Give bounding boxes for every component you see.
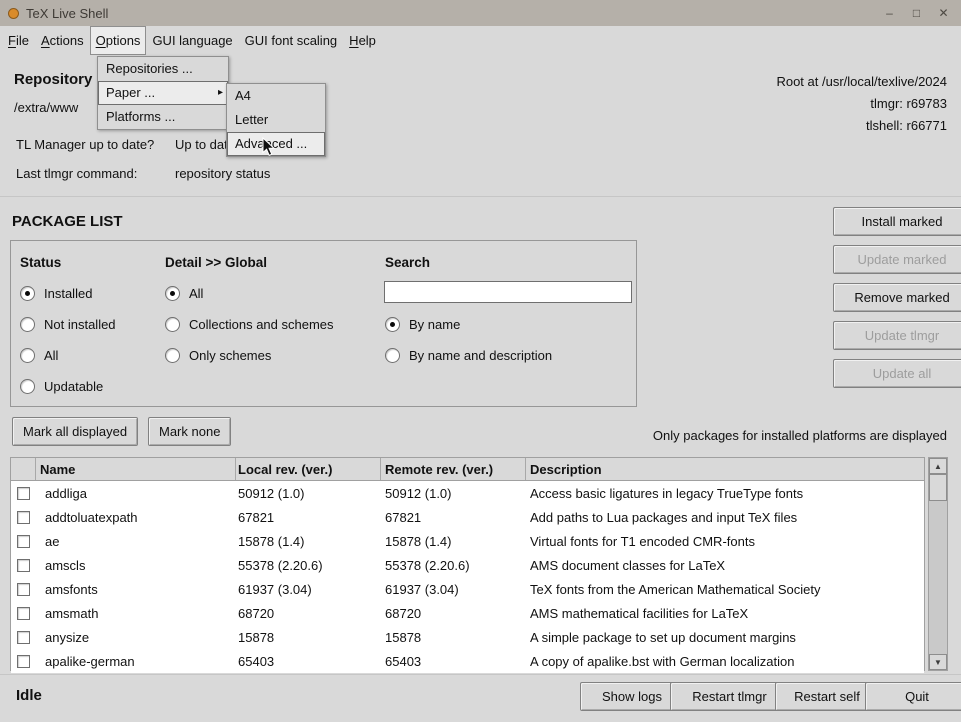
radio-selected-icon [385, 317, 400, 332]
table-row[interactable]: ae 15878 (1.4) 15878 (1.4) Virtual fonts… [11, 529, 924, 553]
last-command-label: Last tlmgr command: [16, 166, 137, 181]
radio-by-name[interactable]: By name [385, 317, 460, 332]
package-table: Name Local rev. (ver.) Remote rev. (ver.… [10, 457, 925, 671]
maximize-icon[interactable]: □ [903, 0, 930, 26]
table-row[interactable]: amsmath 68720 68720 AMS mathematical fac… [11, 601, 924, 625]
radio-not-installed[interactable]: Not installed [20, 317, 116, 332]
row-checkbox[interactable] [17, 607, 30, 620]
radio-by-name-description[interactable]: By name and description [385, 348, 552, 363]
menu-item-advanced[interactable]: Advanced ... [227, 132, 325, 156]
options-menu: Repositories ... Paper ...▸ Platforms ..… [97, 56, 229, 130]
repository-heading: Repository [14, 71, 92, 88]
package-list-heading: PACKAGE LIST [12, 213, 123, 230]
col-header-name[interactable]: Name [36, 458, 236, 480]
radio-updatable[interactable]: Updatable [20, 379, 103, 394]
tlshell-revision: tlshell: r66771 [866, 118, 947, 133]
menu-actions[interactable]: Actions [35, 26, 90, 55]
menubar: File Actions Options GUI language GUI fo… [0, 26, 961, 55]
status-group-title: Status [20, 255, 61, 270]
table-row[interactable]: addliga 50912 (1.0) 50912 (1.0) Access b… [11, 481, 924, 505]
table-row[interactable]: anysize 15878 15878 A simple package to … [11, 625, 924, 649]
radio-collections-schemes[interactable]: Collections and schemes [165, 317, 334, 332]
scrollbar-thumb[interactable] [929, 474, 947, 501]
radio-icon [165, 317, 180, 332]
install-marked-button[interactable]: Install marked [833, 207, 961, 236]
menu-gui-font-scaling[interactable]: GUI font scaling [239, 26, 344, 55]
update-tlmgr-button: Update tlmgr [833, 321, 961, 350]
app-icon [8, 8, 19, 19]
row-checkbox[interactable] [17, 487, 30, 500]
row-checkbox[interactable] [17, 655, 30, 668]
statusbar-divider [0, 674, 961, 675]
status-text: Idle [16, 687, 42, 704]
radio-detail-all[interactable]: All [165, 286, 203, 301]
restart-tlmgr-button[interactable]: Restart tlmgr [670, 682, 789, 711]
scroll-up-icon[interactable]: ▲ [929, 458, 947, 474]
window-title: TeX Live Shell [26, 6, 108, 21]
radio-icon [165, 348, 180, 363]
texlive-shell-window: TeX Live Shell – □ ✕ File Actions Option… [0, 0, 961, 722]
menu-item-platforms[interactable]: Platforms ... [98, 105, 228, 129]
row-checkbox[interactable] [17, 511, 30, 524]
menu-item-paper[interactable]: Paper ...▸ [98, 81, 228, 105]
minimize-icon[interactable]: – [876, 0, 903, 26]
scroll-down-icon[interactable]: ▼ [929, 654, 947, 670]
menu-item-repositories[interactable]: Repositories ... [98, 57, 228, 81]
table-row[interactable]: amscls 55378 (2.20.6) 55378 (2.20.6) AMS… [11, 553, 924, 577]
update-all-button: Update all [833, 359, 961, 388]
table-row[interactable]: addtoluatexpath 67821 67821 Add paths to… [11, 505, 924, 529]
detail-group-title: Detail >> Global [165, 255, 267, 270]
search-group-title: Search [385, 255, 430, 270]
menu-file[interactable]: File [2, 26, 35, 55]
radio-icon [385, 348, 400, 363]
radio-installed[interactable]: Installed [20, 286, 92, 301]
last-command-value: repository status [175, 166, 270, 181]
col-header-description[interactable]: Description [526, 458, 924, 480]
repository-path: /extra/www [14, 100, 78, 115]
row-checkbox[interactable] [17, 631, 30, 644]
window-controls: – □ ✕ [876, 0, 957, 26]
menu-options[interactable]: Options [90, 26, 147, 55]
row-checkbox[interactable] [17, 535, 30, 548]
root-path: Root at /usr/local/texlive/2024 [776, 74, 947, 89]
radio-only-schemes[interactable]: Only schemes [165, 348, 271, 363]
platforms-note: Only packages for installed platforms ar… [653, 428, 947, 443]
radio-icon [20, 348, 35, 363]
radio-status-all[interactable]: All [20, 348, 58, 363]
submenu-arrow-icon: ▸ [218, 81, 223, 105]
col-header-local[interactable]: Local rev. (ver.) [236, 458, 381, 480]
col-header-checkbox [11, 458, 36, 480]
titlebar[interactable]: TeX Live Shell – □ ✕ [0, 0, 961, 26]
section-divider [0, 196, 961, 197]
table-header: Name Local rev. (ver.) Remote rev. (ver.… [11, 458, 924, 481]
tlmgr-revision: tlmgr: r69783 [870, 96, 947, 111]
show-logs-button[interactable]: Show logs [580, 682, 684, 711]
menu-gui-language[interactable]: GUI language [146, 26, 238, 55]
row-checkbox[interactable] [17, 559, 30, 572]
table-scrollbar[interactable]: ▲ ▼ [928, 457, 948, 671]
mark-all-displayed-button[interactable]: Mark all displayed [12, 417, 138, 446]
remove-marked-button[interactable]: Remove marked [833, 283, 961, 312]
menu-item-letter[interactable]: Letter [227, 108, 325, 132]
mouse-cursor-icon [262, 137, 276, 157]
uptodate-label: TL Manager up to date? [16, 137, 154, 152]
table-row[interactable]: amsfonts 61937 (3.04) 61937 (3.04) TeX f… [11, 577, 924, 601]
menu-help[interactable]: Help [343, 26, 382, 55]
row-checkbox[interactable] [17, 583, 30, 596]
mark-none-button[interactable]: Mark none [148, 417, 231, 446]
restart-self-button[interactable]: Restart self [775, 682, 879, 711]
paper-submenu: A4 Letter Advanced ... [226, 83, 326, 157]
quit-button[interactable]: Quit [865, 682, 961, 711]
close-icon[interactable]: ✕ [930, 0, 957, 26]
search-input[interactable] [384, 281, 632, 303]
radio-icon [20, 379, 35, 394]
col-header-remote[interactable]: Remote rev. (ver.) [381, 458, 526, 480]
update-marked-button: Update marked [833, 245, 961, 274]
menu-item-a4[interactable]: A4 [227, 84, 325, 108]
radio-icon [20, 317, 35, 332]
radio-selected-icon [165, 286, 180, 301]
radio-selected-icon [20, 286, 35, 301]
table-row[interactable]: apalike-german 65403 65403 A copy of apa… [11, 649, 924, 673]
